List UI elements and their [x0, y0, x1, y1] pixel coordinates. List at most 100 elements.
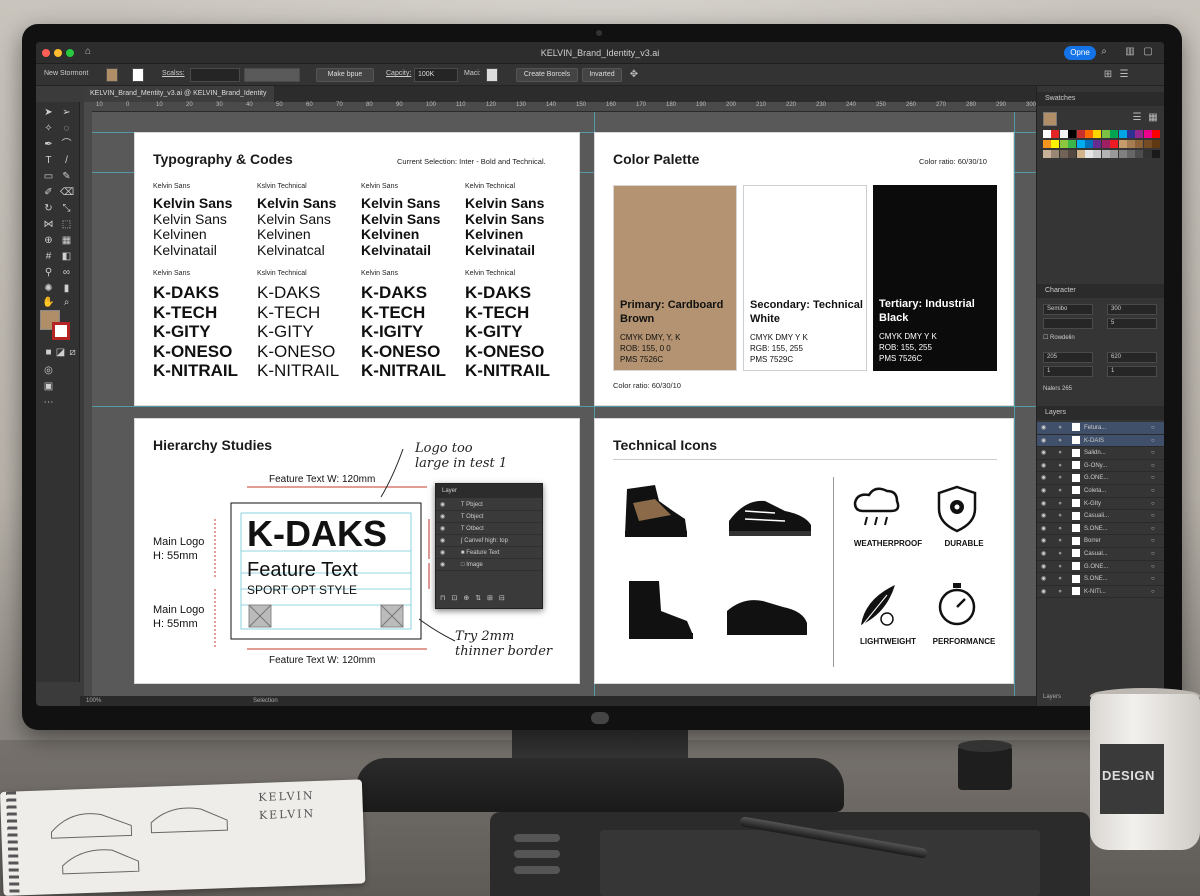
layer-row[interactable]: ◉ □ Image — [436, 560, 542, 571]
opacity-field[interactable]: 100K — [414, 68, 458, 82]
color-swatch[interactable] — [1118, 130, 1127, 138]
color-swatch[interactable] — [1093, 140, 1102, 148]
layer-row[interactable]: ◉ ■ Feature Text — [436, 548, 542, 559]
color-swatch[interactable] — [1043, 130, 1051, 138]
type-sample[interactable]: K-TECH — [153, 303, 253, 323]
color-swatch[interactable] — [1051, 150, 1060, 158]
color-swatch[interactable] — [1076, 140, 1085, 148]
type-sample[interactable]: Kelvin Sans — [257, 195, 357, 212]
layer-row[interactable]: ◉ ⋄ G.ONE... ○ — [1037, 561, 1164, 574]
color-swatch[interactable] — [1110, 130, 1119, 138]
share-button[interactable]: Opne — [1064, 46, 1096, 60]
color-swatch[interactable] — [1127, 150, 1135, 158]
screen-mode-icon[interactable]: ▣ — [42, 380, 55, 393]
swatches-panel-title[interactable]: Swatches — [1037, 92, 1164, 106]
target-icon[interactable]: ○ — [1151, 460, 1155, 472]
color-swatch[interactable] — [1135, 150, 1144, 158]
eye-icon[interactable]: ◉ — [1041, 463, 1046, 469]
color-swatch[interactable] — [1118, 150, 1127, 158]
type-sample[interactable]: Kelvinatail — [153, 242, 253, 259]
type-sample[interactable]: K-GITY — [465, 322, 565, 342]
lock-icon[interactable]: ⋄ — [1058, 538, 1062, 544]
color-swatch[interactable] — [1101, 140, 1110, 148]
color-swatch[interactable] — [1127, 130, 1135, 138]
color-swatch[interactable] — [1093, 150, 1102, 158]
lock-icon[interactable]: ⋄ — [1058, 513, 1062, 519]
type-sample[interactable]: Kelvinen — [257, 226, 357, 243]
eye-icon[interactable]: ◉ — [1041, 513, 1046, 519]
target-icon[interactable]: ○ — [1151, 422, 1155, 434]
color-swatch[interactable] — [1059, 130, 1068, 138]
target-icon[interactable]: ○ — [1151, 498, 1155, 510]
type-sample[interactable]: K-NITRAIL — [361, 361, 461, 381]
leading-field[interactable]: 5 — [1107, 318, 1157, 329]
color-swatch[interactable] — [1135, 130, 1144, 138]
eye-icon[interactable]: ◉ — [440, 502, 445, 508]
color-swatch[interactable] — [1085, 150, 1093, 158]
stroke-weight-field[interactable] — [190, 68, 240, 82]
scale-tool-icon[interactable]: ⤡ — [60, 202, 73, 215]
type-sample[interactable]: K-ONESO — [257, 342, 357, 362]
artboard-hierarchy[interactable]: Hierarchy Studies Feature Text W: 120mm … — [134, 418, 580, 684]
color-swatch[interactable] — [1085, 140, 1093, 148]
color-swatch[interactable] — [1043, 140, 1051, 148]
color-swatch[interactable] — [1127, 140, 1135, 148]
color-swatch[interactable] — [1118, 140, 1127, 148]
free-transform-tool-icon[interactable]: ⬚ — [60, 218, 73, 231]
character-panel-title[interactable]: Character — [1037, 284, 1164, 298]
color-swatch[interactable] — [1085, 130, 1093, 138]
scale-field[interactable]: 1 — [1043, 366, 1093, 377]
eye-icon[interactable]: ◉ — [1041, 501, 1046, 507]
layers-panel-title[interactable]: Layers — [1037, 406, 1164, 420]
selection-tool-icon[interactable]: ➤ — [42, 106, 55, 119]
fill-color-control[interactable] — [106, 68, 118, 82]
color-swatch[interactable] — [1051, 130, 1060, 138]
checkbox-row[interactable]: ☐ Rowdelin — [1043, 334, 1075, 341]
target-icon[interactable]: ○ — [1151, 561, 1155, 573]
color-swatch[interactable] — [1152, 150, 1161, 158]
type-sample[interactable]: K-ONESO — [465, 342, 565, 362]
type-sample[interactable]: K-TECH — [361, 303, 461, 323]
lasso-tool-icon[interactable]: ◌ — [60, 122, 73, 135]
color-swatch[interactable] — [1143, 140, 1152, 148]
eyedropper-tool-icon[interactable]: ⚲ — [42, 266, 55, 279]
kerning-field[interactable]: 620 — [1107, 352, 1157, 363]
type-sample[interactable]: Kelvin Sans — [153, 211, 253, 228]
layer-row[interactable]: ◉ ⋄ Borrer ○ — [1037, 535, 1164, 548]
layer-row[interactable]: ◉ T Object — [436, 512, 542, 523]
active-swatch[interactable] — [1043, 112, 1057, 126]
color-swatch[interactable] — [1110, 140, 1119, 148]
color-swatch[interactable] — [1152, 140, 1161, 148]
canvas-area[interactable]: Typography & Codes Current Selection: In… — [92, 112, 1036, 696]
close-window-button[interactable] — [42, 49, 50, 57]
type-sample[interactable]: Kelvin Sans — [465, 211, 565, 228]
magic-wand-tool-icon[interactable]: ✧ — [42, 122, 55, 135]
layer-panel-actions[interactable]: ⊓⊡⊕⇅⊞⊟ — [440, 594, 511, 602]
layer-row[interactable]: ◉ ⋄ K-NITi... ○ — [1037, 586, 1164, 599]
lock-icon[interactable]: ⋄ — [1058, 450, 1062, 456]
target-icon[interactable]: ○ — [1151, 548, 1155, 560]
grid-view-icon[interactable]: ▦ — [1147, 112, 1159, 124]
paintbrush-tool-icon[interactable]: ✎ — [60, 170, 73, 183]
shape-builder-tool-icon[interactable]: ⊕ — [42, 234, 55, 247]
layer-row[interactable]: ◉ T Pbject — [436, 500, 542, 511]
zoom-window-button[interactable] — [66, 49, 74, 57]
lock-icon[interactable]: ⋄ — [1058, 438, 1062, 444]
lock-icon[interactable]: ⋄ — [1058, 551, 1062, 557]
target-icon[interactable]: ○ — [1151, 472, 1155, 484]
more-tools-icon[interactable]: ⋯ — [42, 396, 55, 409]
type-sample[interactable]: K-ONESO — [153, 342, 253, 362]
artboard-typography[interactable]: Typography & Codes Current Selection: In… — [134, 132, 580, 406]
draw-mode-icon[interactable]: ◎ — [42, 364, 55, 377]
color-swatch[interactable] — [1101, 150, 1110, 158]
document-tab[interactable]: KELVIN_Brand_Mentity_v3.ai @ KELVIN_Bran… — [84, 86, 274, 102]
graph-tool-icon[interactable]: ▮ — [60, 282, 73, 295]
layer-row[interactable]: ◉ ⋄ Fetura... ○ — [1037, 422, 1164, 435]
lock-icon[interactable]: ⋄ — [1058, 463, 1062, 469]
color-swatch[interactable] — [1093, 130, 1102, 138]
type-sample[interactable]: K-NITRAIL — [257, 361, 357, 381]
layer-row[interactable]: ◉ ⋄ Salidn... ○ — [1037, 447, 1164, 460]
lock-icon[interactable]: ⋄ — [1058, 564, 1062, 570]
color-swatch[interactable] — [1043, 150, 1051, 158]
perspective-grid-tool-icon[interactable]: ▦ — [60, 234, 73, 247]
